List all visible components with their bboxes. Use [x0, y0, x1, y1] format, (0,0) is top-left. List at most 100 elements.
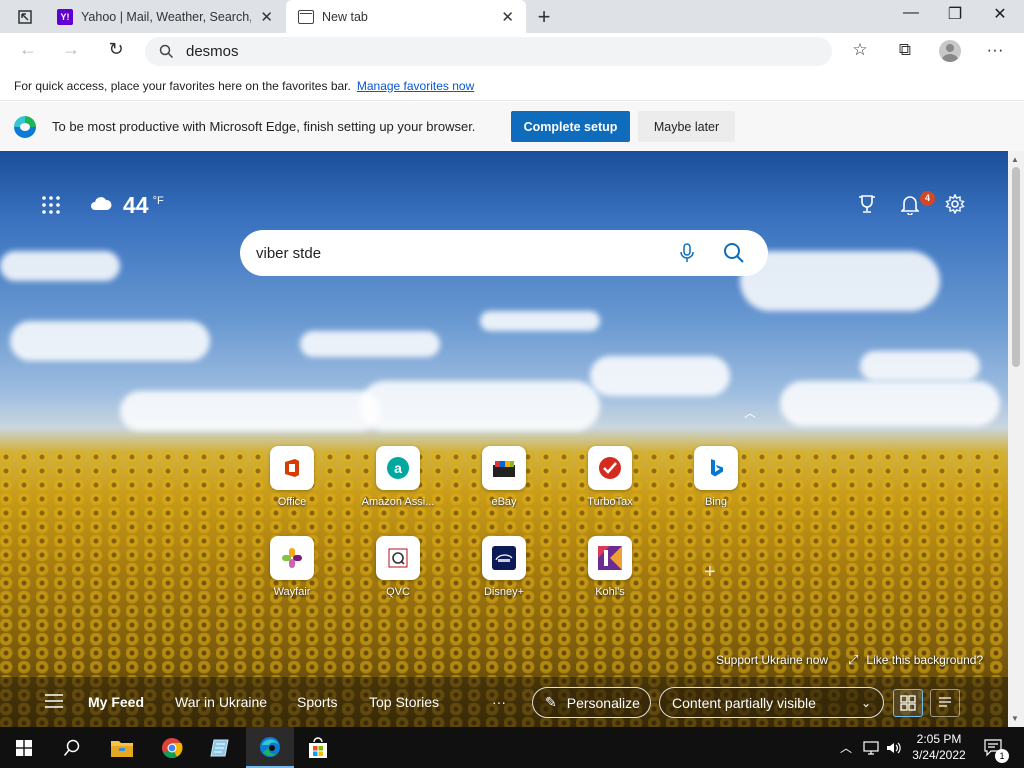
show-hidden-icons-chevron-icon[interactable]: ︿ [840, 727, 852, 768]
ebay-logo-icon [482, 446, 526, 490]
weather-temperature[interactable]: 44 °F [123, 192, 164, 219]
tab-actions-button[interactable] [8, 0, 42, 33]
rewards-trophy-icon[interactable] [857, 194, 877, 219]
microphone-icon[interactable] [680, 243, 694, 263]
search-icon[interactable] [48, 727, 96, 768]
tab-strip: Y! Yahoo | Mail, Weather, Search, Politi… [0, 0, 1024, 33]
tab-new-tab[interactable]: New tab ✕ [286, 0, 526, 33]
volume-icon[interactable] [886, 727, 902, 768]
chrome-icon[interactable] [148, 727, 196, 768]
forward-arrow-icon[interactable]: → [58, 39, 84, 60]
address-input[interactable] [186, 43, 786, 60]
network-icon[interactable] [863, 727, 879, 768]
office-logo-icon [270, 446, 314, 490]
app-launcher-icon[interactable] [41, 195, 61, 220]
web-search-box[interactable] [240, 230, 768, 276]
tab-actions-icon [18, 9, 32, 24]
content-visibility-dropdown[interactable]: Content partially visible ⌄ [659, 687, 884, 718]
complete-setup-button[interactable]: Complete setup [511, 111, 630, 142]
qvc-logo-icon [376, 536, 420, 580]
like-background-link[interactable]: ⤢ Like this background? [848, 652, 983, 668]
quick-link-turbotax[interactable]: TurboTax [573, 446, 647, 508]
quick-link-label: Wayfair [273, 586, 311, 598]
feed-more-icon[interactable]: ··· [492, 694, 506, 710]
background-cloud [740, 251, 940, 311]
microsoft-store-icon[interactable] [294, 727, 342, 768]
add-quick-link-plus-icon[interactable]: + [704, 561, 716, 584]
page-scrollbar[interactable]: ▲ ▼ [1008, 151, 1024, 727]
hamburger-menu-icon[interactable] [45, 694, 63, 713]
back-arrow-icon[interactable]: ← [15, 39, 41, 60]
list-layout-icon[interactable] [930, 689, 960, 717]
scroll-up-arrow-icon[interactable]: ▲ [1011, 155, 1019, 164]
minimize-icon[interactable]: — [896, 4, 926, 22]
tab-title: New tab [322, 9, 368, 24]
feed-tab-my-feed[interactable]: My Feed [88, 694, 144, 710]
collections-icon[interactable]: ⧉ [893, 40, 917, 60]
yahoo-favicon-icon: Y! [57, 8, 73, 25]
web-search-input[interactable] [256, 244, 656, 262]
quick-link-label: eBay [491, 496, 517, 508]
quick-link-kohls[interactable]: Kohl's [573, 536, 647, 598]
quick-link-label: Bing [704, 496, 728, 508]
notepad-icon[interactable] [196, 727, 244, 768]
cloud-weather-icon[interactable] [90, 195, 112, 216]
background-cloud [0, 251, 120, 281]
background-cloud [860, 351, 980, 381]
close-window-icon[interactable]: ✕ [985, 4, 1015, 24]
feed-tab-war-in-ukraine[interactable]: War in Ukraine [175, 694, 267, 710]
restore-icon[interactable]: ❐ [940, 4, 970, 24]
news-feed-bar: My Feed War in Ukraine Sports Top Storie… [0, 677, 1008, 727]
grid-layout-icon[interactable] [893, 689, 923, 717]
quick-link-bing[interactable]: Bing [679, 446, 753, 508]
close-tab-icon[interactable]: ✕ [260, 8, 273, 26]
maybe-later-button[interactable]: Maybe later [638, 111, 735, 142]
quick-link-ebay[interactable]: eBay [467, 446, 541, 508]
svg-text:a: a [394, 460, 402, 476]
bing-logo-icon [694, 446, 738, 490]
expand-icon: ⤢ [848, 652, 859, 667]
favorites-star-icon[interactable]: ☆ [848, 40, 872, 60]
settings-gear-icon[interactable] [945, 193, 965, 219]
more-options-icon[interactable]: ··· [983, 40, 1007, 60]
background-cloud [10, 321, 210, 361]
new-tab-page: 44°F 4 ︿ Office a Amazon Assi... [0, 151, 1008, 727]
background-cloud [300, 331, 440, 357]
tab-yahoo[interactable]: Y! Yahoo | Mail, Weather, Search, Politi… [47, 0, 285, 33]
scroll-down-arrow-icon[interactable]: ▼ [1011, 714, 1019, 723]
quick-link-office[interactable]: Office [255, 446, 329, 508]
new-tab-plus-icon[interactable]: + [533, 4, 555, 30]
wayfair-logo-icon [270, 536, 314, 580]
address-bar[interactable] [145, 37, 832, 66]
notifications-bell-icon[interactable] [900, 195, 920, 220]
pencil-icon: ✎ [545, 694, 557, 710]
file-explorer-icon[interactable] [98, 727, 146, 768]
profile-avatar[interactable] [939, 40, 961, 62]
quick-link-label: TurboTax [587, 496, 633, 508]
clock-date: 3/24/2022 [912, 748, 966, 762]
setup-banner-text: To be most productive with Microsoft Edg… [52, 119, 476, 134]
close-tab-icon[interactable]: ✕ [501, 8, 514, 26]
quick-link-wayfair[interactable]: Wayfair [255, 536, 329, 598]
chevron-down-icon: ⌄ [860, 695, 871, 710]
support-ukraine-link[interactable]: Support Ukraine now [716, 653, 828, 667]
search-icon[interactable] [723, 242, 745, 264]
manage-favorites-link[interactable]: Manage favorites now [357, 79, 474, 93]
notifications-count-badge: 4 [920, 191, 935, 206]
edge-logo-icon [14, 116, 36, 138]
refresh-icon[interactable]: ↻ [103, 39, 129, 60]
action-center-icon[interactable]: 1 [983, 727, 1009, 768]
background-cloud [120, 391, 380, 431]
quick-link-label: Amazon Assi... [361, 496, 435, 508]
edge-icon[interactable] [246, 727, 294, 768]
feed-tab-sports[interactable]: Sports [297, 694, 337, 710]
windows-start-icon[interactable] [0, 727, 48, 768]
personalize-button[interactable]: ✎ Personalize [532, 687, 651, 718]
quick-link-disney[interactable]: Disney+ [467, 536, 541, 598]
quick-link-qvc[interactable]: QVC [361, 536, 435, 598]
feed-tab-top-stories[interactable]: Top Stories [369, 694, 439, 710]
collapse-quicklinks-chevron-icon[interactable]: ︿ [744, 404, 756, 421]
scroll-thumb[interactable] [1012, 167, 1020, 367]
taskbar-clock[interactable]: 2:05 PM 3/24/2022 [905, 731, 973, 763]
quick-link-amazon[interactable]: a Amazon Assi... [361, 446, 435, 508]
